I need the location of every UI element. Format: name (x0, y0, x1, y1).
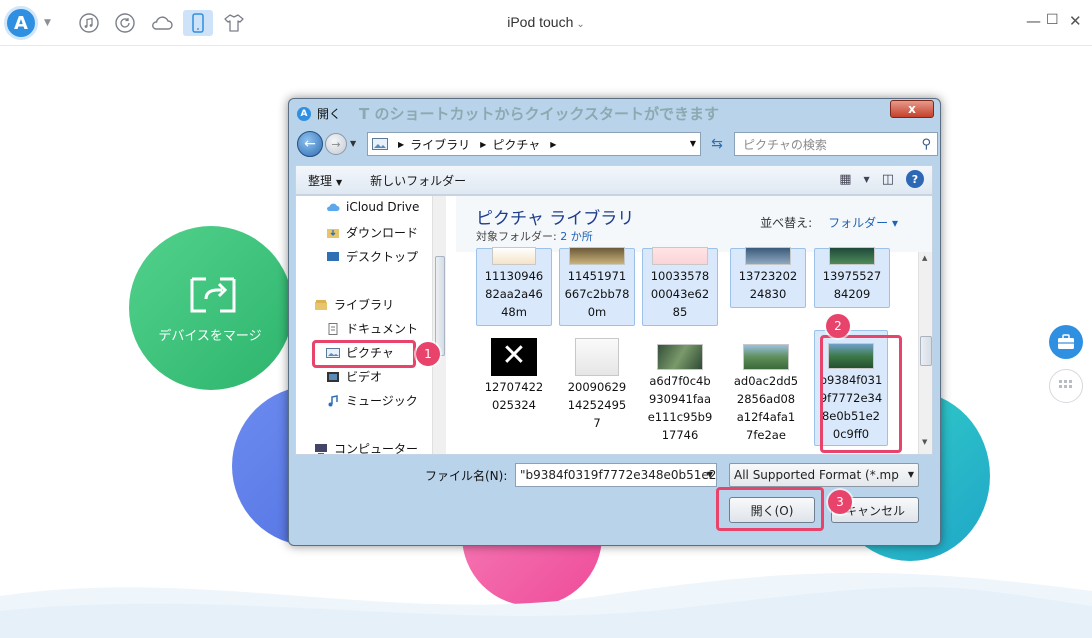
desktop-icon (327, 251, 339, 261)
library-target-folders: 対象フォルダー: 2 か所 (476, 230, 593, 243)
target-folders-link[interactable]: 2 か所 (560, 230, 593, 243)
file-name-dropdown-icon[interactable]: ▼ (707, 470, 713, 479)
maximize-button[interactable]: ☐ (1046, 12, 1059, 28)
breadcrumb-separator-icon: ▶ (398, 139, 405, 149)
device-title[interactable]: iPod touch ⌄ (0, 14, 1092, 30)
address-bar[interactable]: ▶ ライブラリ ▶ ピクチャ ▶ ▼ (367, 132, 701, 156)
file-tile[interactable]: 11451971 667c2bb78 0m (559, 247, 635, 326)
nav-item-videos[interactable]: ビデオ (326, 368, 382, 385)
sort-by: 並べ替え: フォルダー ▾ (760, 216, 898, 230)
search-icon: ⚲ (921, 137, 931, 152)
toolbox-button[interactable] (1049, 325, 1083, 359)
step-badge-1: 1 (416, 342, 440, 366)
file-format-select[interactable]: All Supported Format (*.mp ▼ (729, 463, 919, 487)
nav-item-downloads[interactable]: ダウンロード (326, 224, 418, 241)
file-tile[interactable]: 13975527 84209 (814, 247, 890, 308)
file-thumbnail (569, 247, 625, 265)
file-tile[interactable]: ad0ac2dd5 2856ad08 a12f4afa1 7fe2ae (728, 334, 804, 444)
organize-button[interactable]: 整理 ▼ (308, 172, 342, 189)
grid-icon (1059, 380, 1072, 388)
video-icon (327, 371, 339, 382)
grid-view-button[interactable] (1049, 369, 1083, 403)
file-tile[interactable]: ✕ 12707422 025324 (476, 334, 552, 412)
file-grid-scrollbar[interactable]: ▲ ▼ (918, 252, 932, 454)
dialog-close-button[interactable]: x (890, 100, 934, 118)
background-wave (0, 572, 1092, 638)
new-folder-button[interactable]: 新しいフォルダー (370, 172, 466, 189)
nav-item-music[interactable]: ミュージック (326, 392, 418, 409)
breadcrumb-pictures[interactable]: ピクチャ (492, 136, 540, 153)
dialog-title: A 開く (297, 105, 341, 122)
file-thumbnail (829, 247, 875, 265)
nav-scroll-thumb[interactable] (435, 256, 445, 356)
nav-item-desktop[interactable]: デスクトップ (326, 248, 418, 265)
music-note-icon (328, 394, 338, 406)
app-small-icon: A (297, 106, 311, 121)
library-header: ピクチャ ライブラリ 対象フォルダー: 2 か所 並べ替え: フォルダー ▾ (456, 196, 932, 252)
file-name-label: ファイル名(N): (425, 469, 508, 483)
highlight-pictures (312, 340, 416, 368)
navigation-pane: iCloud Drive ダウンロード デスクトップ ライブラリ ドキュメント … (296, 196, 446, 454)
file-thumbnail (743, 344, 789, 370)
cloud-icon (327, 203, 340, 211)
view-options-icon[interactable]: ▦ (839, 172, 851, 187)
navigation-bar: ← → ▼ ▶ ライブラリ ▶ ピクチャ ▶ ▼ ⇆ ピクチャの検索 ⚲ (295, 129, 938, 159)
file-tile[interactable]: 11130946 82aa2a46 48m (476, 247, 552, 326)
file-thumbnail (745, 247, 791, 265)
picture-library-icon (372, 138, 388, 150)
file-tile[interactable]: 20090629 14252495 7 (559, 334, 635, 430)
address-dropdown-icon[interactable]: ▼ (690, 139, 696, 148)
format-dropdown-icon[interactable]: ▼ (908, 470, 914, 479)
back-button[interactable]: ← (297, 131, 323, 157)
breadcrumb-separator-icon: ▶ (480, 139, 487, 149)
nav-item-libraries[interactable]: ライブラリ (314, 296, 394, 313)
highlight-selected-file (820, 335, 902, 453)
top-bar: A ▼ iPod touch ⌄ — ☐ ✕ (0, 0, 1092, 46)
forward-button[interactable]: → (325, 133, 347, 155)
recent-locations-dropdown[interactable]: ▼ (350, 139, 356, 148)
nav-item-icloud[interactable]: iCloud Drive (326, 200, 419, 214)
scroll-up-icon[interactable]: ▲ (922, 254, 927, 262)
scroll-down-icon[interactable]: ▼ (922, 438, 927, 446)
file-name-input[interactable]: "b9384f0319f7772e348e0b51e2 ▼ (515, 463, 717, 487)
library-icon (315, 299, 327, 310)
download-folder-icon (327, 228, 339, 238)
file-tile[interactable]: 10033578 00043e62 85 (642, 247, 718, 326)
toolbox-icon (1058, 334, 1074, 349)
back-arrow-icon: ← (304, 136, 316, 152)
document-icon (328, 322, 338, 335)
breadcrumb-separator-icon: ▶ (550, 139, 557, 149)
sort-by-dropdown[interactable]: フォルダー ▾ (820, 216, 898, 230)
step-badge-3: 3 (828, 490, 852, 514)
refresh-icon[interactable]: ⇆ (705, 132, 729, 156)
background-ghost-text: T のショートカットからクイックスタートができます (359, 105, 720, 123)
file-thumbnail: ✕ (491, 338, 537, 376)
command-bar: 整理 ▼ 新しいフォルダー ▦ ▼ ◫ ? (295, 165, 933, 195)
preview-pane-icon[interactable]: ◫ (882, 172, 894, 187)
computer-icon (315, 443, 327, 454)
file-tile[interactable]: a6d7f0c4b 930941faa e111c95b9 17746 (642, 334, 718, 444)
step-badge-2: 2 (826, 314, 850, 338)
minimize-button[interactable]: — (1026, 12, 1041, 30)
search-input[interactable]: ピクチャの検索 ⚲ (734, 132, 938, 156)
merge-device-icon (190, 277, 236, 313)
help-icon[interactable]: ? (906, 170, 924, 188)
merge-device-label: デバイスをマージ (158, 329, 262, 344)
file-grid-scroll-thumb[interactable] (920, 336, 932, 366)
forward-arrow-icon: → (331, 137, 341, 151)
view-dropdown-icon[interactable]: ▼ (864, 175, 870, 184)
nav-scrollbar[interactable] (432, 196, 446, 454)
chevron-down-icon[interactable]: ⌄ (576, 19, 584, 30)
highlight-open-button (716, 487, 824, 531)
nav-item-documents[interactable]: ドキュメント (326, 320, 418, 337)
library-title: ピクチャ ライブラリ (476, 209, 635, 229)
close-window-button[interactable]: ✕ (1069, 12, 1082, 30)
file-thumbnail (575, 338, 619, 376)
nav-item-computer[interactable]: コンピューター (314, 440, 418, 454)
file-tile[interactable]: 13723202 24830 (730, 247, 806, 308)
file-thumbnail (657, 344, 703, 370)
breadcrumb-library[interactable]: ライブラリ (410, 136, 470, 153)
file-thumbnail (492, 247, 536, 265)
file-thumbnail (652, 247, 708, 265)
